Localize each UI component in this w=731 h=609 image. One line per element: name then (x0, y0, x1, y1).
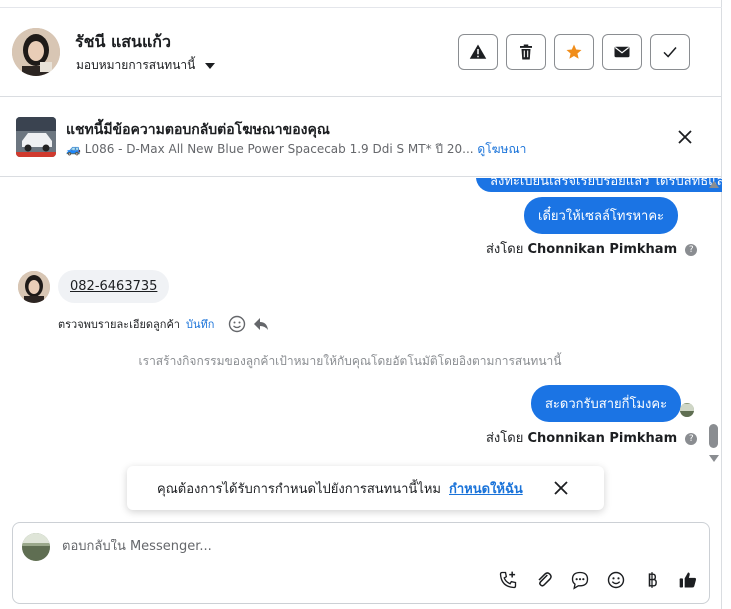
close-banner-button[interactable] (676, 128, 694, 150)
saved-reply-icon (571, 571, 589, 590)
envelope-icon (614, 46, 630, 58)
like-icon (679, 572, 696, 588)
customer-detail-row: ตรวจพบรายละเอียดลูกค้า บันทึก (58, 315, 270, 333)
outgoing-message[interactable]: ลงทะเบียนเสร็จเรียบร้อยแล้ว ได้รับสิทธิ์… (476, 178, 722, 192)
reply-input[interactable] (62, 539, 662, 554)
sender-name: Chonnikan Pimkham (527, 431, 678, 446)
header-actions (458, 34, 690, 70)
outgoing-message[interactable]: เดี๋ยวให้เซลล์โทรหาคะ (524, 197, 679, 234)
page-avatar (22, 533, 50, 561)
like-button[interactable] (677, 569, 699, 591)
detail-detected-label: ตรวจพบรายละเอียดลูกค้า (58, 318, 180, 331)
close-icon (554, 481, 568, 495)
emoji-button[interactable] (605, 569, 627, 591)
contact-avatar[interactable] (12, 28, 60, 76)
trash-icon (520, 44, 532, 60)
baht-icon (648, 572, 657, 588)
conversation-header: รัชนี แสนแก้ว มอบหมายการสนทนานี้ (0, 8, 722, 97)
sender-name: Chonnikan Pimkham (527, 242, 678, 257)
read-receipt-avatar (680, 403, 694, 417)
check-icon (663, 47, 677, 58)
ad-thumbnail[interactable] (16, 117, 56, 157)
message-thread: ลงทะเบียนเสร็จเรียบร้อยแล้ว ได้รับสิทธิ์… (0, 178, 722, 510)
help-icon[interactable]: ? (685, 243, 698, 256)
attach-button[interactable] (533, 569, 555, 591)
composer-toolbar (497, 569, 699, 591)
incoming-message[interactable]: 082-6463735 (58, 270, 170, 303)
assign-to-me-link[interactable]: กำหนดให้ฉัน (449, 478, 523, 499)
save-detail-link[interactable]: บันทึก (186, 315, 214, 333)
ad-banner-title: แชทนี้มีข้อความตอบกลับต่อโฆษณาของคุณ (66, 122, 330, 138)
scroll-down-arrow[interactable] (709, 455, 719, 462)
attach-icon (538, 572, 552, 587)
view-ad-link[interactable]: ดูโฆษณา (477, 142, 526, 156)
help-icon[interactable]: ? (685, 432, 698, 445)
sent-by-prefix: ส่งโดย (486, 431, 524, 446)
star-button[interactable] (554, 34, 594, 70)
ad-name: 🚙 L086 - D-Max All New Blue Power Spacec… (66, 142, 474, 156)
reply-icon[interactable] (252, 315, 270, 333)
star-icon (566, 44, 582, 59)
contact-avatar-small[interactable] (18, 271, 50, 303)
mark-spam-button[interactable] (458, 34, 498, 70)
assign-prompt-toast: คุณต้องการได้รับการกำหนดไปยังการสนทนานี้… (127, 466, 604, 510)
ad-banner-subtitle: 🚙 L086 - D-Max All New Blue Power Spacec… (66, 140, 526, 159)
delete-button[interactable] (506, 34, 546, 70)
emoji-icon (607, 571, 625, 589)
close-icon (678, 130, 692, 144)
assign-dropdown[interactable]: มอบหมายการสนทนานี้ (76, 56, 216, 75)
mark-unread-button[interactable] (602, 34, 642, 70)
mark-done-button[interactable] (650, 34, 690, 70)
assign-prompt-text: คุณต้องการได้รับการกำหนดไปยังการสนทนานี้… (157, 481, 441, 497)
reply-composer (12, 522, 710, 604)
ad-reply-banner: แชทนี้มีข้อความตอบกลับต่อโฆษณาของคุณ 🚙 L… (0, 97, 722, 177)
chevron-down-icon (205, 62, 216, 69)
system-note: เราสร้างกิจกรรมของลูกค้าเป้าหมายให้กับคุ… (138, 354, 562, 368)
scroll-up-arrow[interactable] (709, 181, 719, 188)
assign-label: มอบหมายการสนทนานี้ (76, 58, 196, 72)
close-toast-button[interactable] (553, 480, 569, 500)
contact-name: รัชนี แสนแก้ว (75, 32, 171, 51)
sent-by-label: ส่งโดย Chonnikan Pimkham ? (486, 238, 698, 259)
add-call-button[interactable] (497, 569, 519, 591)
scrollbar-thumb[interactable] (709, 424, 718, 448)
sent-by-label: ส่งโดย Chonnikan Pimkham ? (486, 427, 698, 448)
react-emoji-icon[interactable] (228, 315, 246, 333)
spam-icon (469, 44, 487, 59)
conversation-panel: รัชนี แสนแก้ว มอบหมายการสนทนานี้ แชทนี้ม… (0, 0, 722, 609)
sent-by-prefix: ส่งโดย (486, 242, 524, 257)
outgoing-message[interactable]: สะดวกรับสายกี่โมงคะ (531, 385, 682, 422)
saved-reply-button[interactable] (569, 569, 591, 591)
add-call-icon (499, 571, 517, 589)
payment-button[interactable] (641, 569, 663, 591)
